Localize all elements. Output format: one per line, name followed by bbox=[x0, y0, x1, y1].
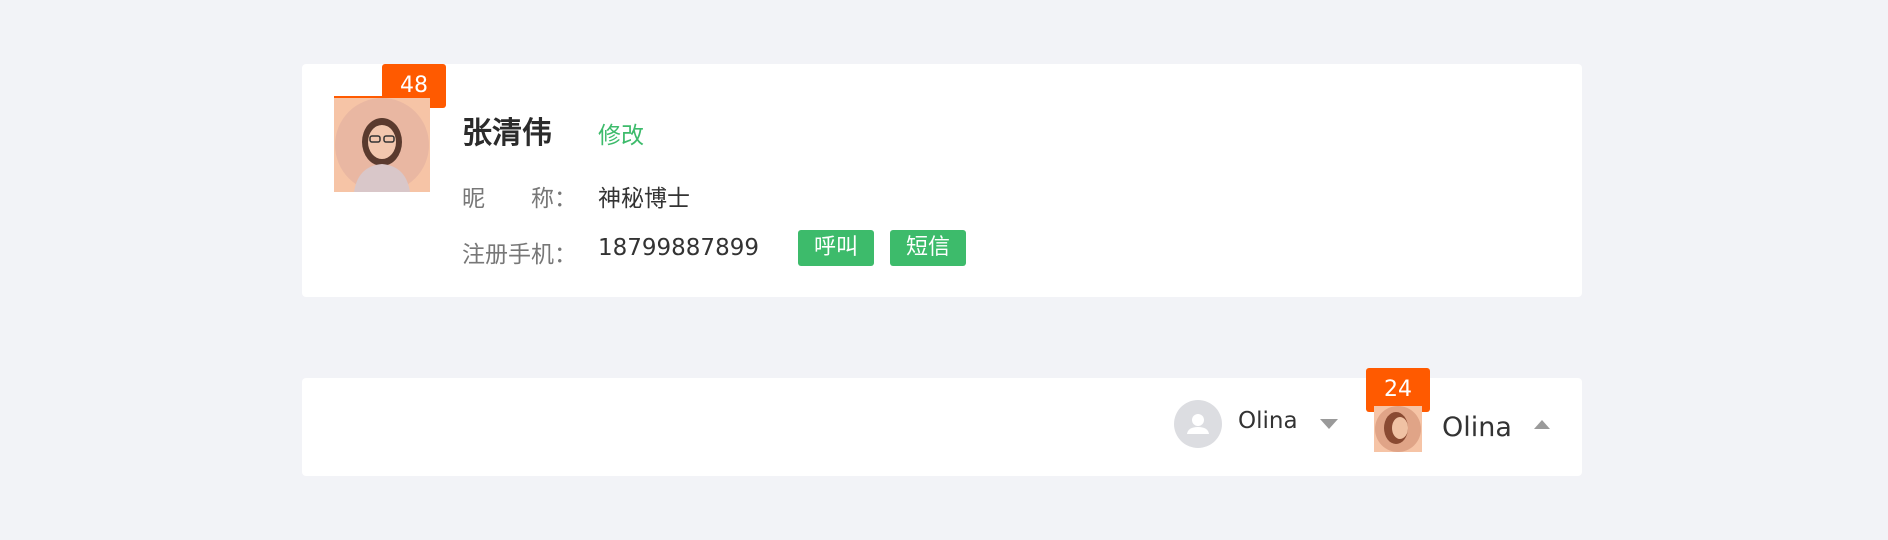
caret-down-icon[interactable] bbox=[1320, 419, 1338, 429]
phone-label: 注册手机： bbox=[462, 242, 577, 268]
woman-portrait-icon bbox=[335, 98, 429, 192]
default-avatar[interactable] bbox=[1174, 400, 1222, 448]
user-menu-name[interactable]: Olina bbox=[1238, 408, 1298, 434]
user-name: 张清伟 bbox=[462, 116, 552, 151]
profile-card: 48 张清伟 修改 昵 称： 神秘博士 注册手机： 18799887899 呼叫… bbox=[302, 64, 1582, 297]
person-icon bbox=[1187, 414, 1209, 434]
profile-avatar[interactable]: 48 bbox=[334, 64, 446, 192]
avatar-frame bbox=[334, 96, 430, 192]
phone-value: 18799887899 bbox=[598, 235, 759, 261]
woman-portrait-icon bbox=[1375, 406, 1421, 452]
nickname-label: 昵 称： bbox=[462, 186, 577, 212]
edit-link[interactable]: 修改 bbox=[598, 116, 644, 150]
nickname-value: 神秘博士 bbox=[598, 186, 690, 212]
call-button[interactable]: 呼叫 bbox=[798, 230, 874, 266]
caret-up-icon[interactable] bbox=[1534, 420, 1550, 429]
sms-button[interactable]: 短信 bbox=[890, 230, 966, 266]
avatar-frame bbox=[1374, 404, 1422, 452]
user-avatar-with-badge[interactable]: 24 bbox=[1366, 368, 1430, 452]
user-menu-name-active[interactable]: Olina bbox=[1442, 412, 1512, 443]
user-bar: Olina 24 Olina bbox=[302, 368, 1582, 476]
